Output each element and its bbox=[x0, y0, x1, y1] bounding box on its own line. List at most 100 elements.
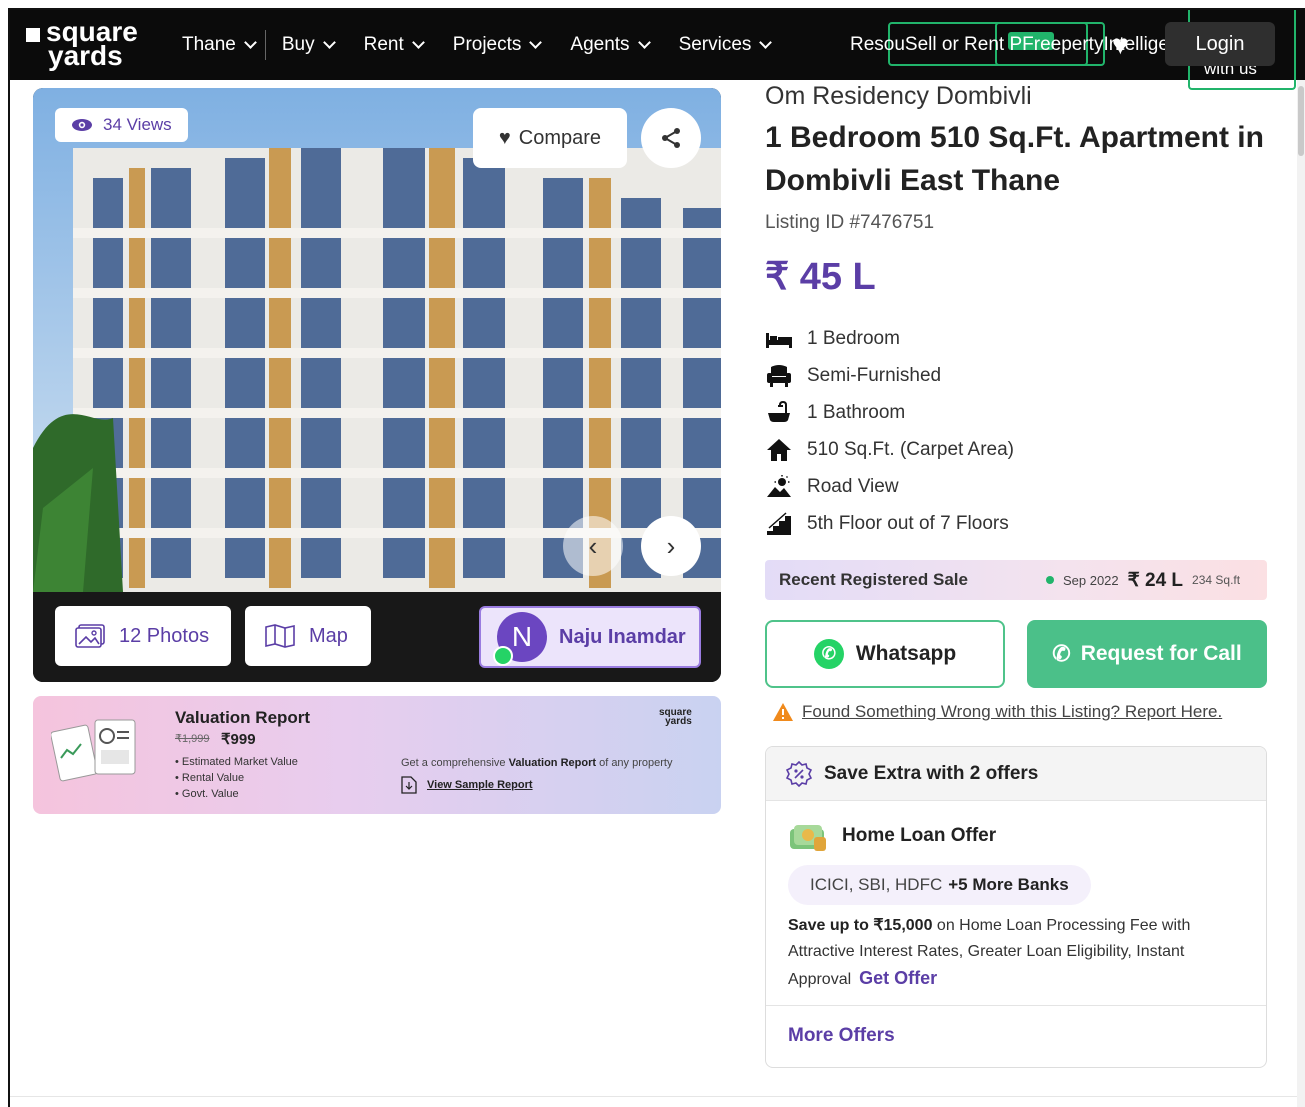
agent-avatar: N bbox=[493, 612, 547, 666]
bathtub-icon bbox=[765, 400, 793, 425]
nav-projects[interactable]: Projects bbox=[452, 30, 543, 60]
request-call-label: Request for Call bbox=[1080, 642, 1242, 665]
heart-icon: ♥ bbox=[498, 126, 511, 149]
valuation-description: Get a comprehensive Valuation Report of … bbox=[401, 757, 672, 769]
banks-chip[interactable]: ICICI, SBI, HDFC +5 More Banks bbox=[788, 865, 1091, 905]
map-icon bbox=[265, 624, 295, 648]
discount-badge-icon bbox=[786, 760, 812, 787]
share-button[interactable] bbox=[641, 108, 701, 168]
photos-icon bbox=[75, 624, 105, 648]
property-gallery[interactable]: 34 Views ♥ Compare ‹ › 12 Photos Map N N… bbox=[33, 88, 721, 682]
home-loan-label: Home Loan Offer bbox=[842, 825, 997, 846]
chevron-left-icon: ‹ bbox=[588, 530, 598, 561]
more-banks: +5 More Banks bbox=[948, 875, 1069, 894]
photos-label: 12 Photos bbox=[119, 624, 210, 647]
brand-line2: yards bbox=[665, 716, 692, 727]
home-loan-offer-title: Home Loan Offer bbox=[788, 819, 996, 853]
top-navigation-bar: square yards Thane Buy Rent Projects Age… bbox=[10, 10, 1305, 90]
project-name[interactable]: Om Residency Dombivli bbox=[765, 82, 1032, 111]
feature-label: 510 Sq.Ft. (Carpet Area) bbox=[807, 438, 1014, 460]
nav-label: Rent bbox=[363, 34, 404, 55]
nav-label: Agents bbox=[570, 34, 630, 55]
next-photo-button[interactable]: › bbox=[641, 516, 701, 576]
nav-label: Thane bbox=[182, 34, 236, 55]
map-button[interactable]: Map bbox=[245, 606, 371, 666]
feature-item: 510 Sq.Ft. (Carpet Area) bbox=[765, 431, 1014, 468]
report-listing-link[interactable]: Found Something Wrong with this Listing?… bbox=[772, 702, 1222, 722]
nav-services[interactable]: Services bbox=[678, 30, 773, 60]
nav-divider bbox=[264, 30, 266, 60]
feature-item: Semi-Furnished bbox=[765, 357, 1014, 394]
previous-photo-button[interactable]: ‹ bbox=[563, 516, 623, 576]
recent-sale-label: Recent Registered Sale bbox=[779, 570, 968, 589]
valuation-desc-suffix: of any property bbox=[596, 757, 673, 769]
offers-divider bbox=[766, 1005, 1266, 1006]
feature-item: 1 Bedroom bbox=[765, 320, 1014, 357]
nav-label: Projects bbox=[452, 34, 522, 55]
sunrise-icon bbox=[765, 474, 793, 499]
view-sample-report-label: View Sample Report bbox=[427, 779, 533, 791]
recent-registered-sale-bar[interactable]: Recent Registered Sale Sep 2022 ₹ 24 L 2… bbox=[765, 560, 1267, 600]
square-yards-logo[interactable]: square yards bbox=[26, 18, 146, 70]
valuation-report-banner[interactable]: Valuation Report ₹1,999 ₹999 Estimated M… bbox=[33, 696, 721, 814]
nav-label: Buy bbox=[281, 34, 315, 55]
home-icon bbox=[765, 438, 793, 462]
login-button[interactable]: Login bbox=[1165, 22, 1275, 66]
feature-label: Road View bbox=[807, 475, 899, 497]
whatsapp-label: Whatsapp bbox=[855, 642, 957, 665]
status-dot bbox=[1045, 576, 1054, 584]
eye-icon bbox=[72, 119, 92, 131]
chevron-down-icon bbox=[244, 35, 257, 49]
scrollbar[interactable] bbox=[1297, 80, 1305, 1107]
chevron-down-icon bbox=[529, 35, 543, 49]
nav-city-thane[interactable]: Thane bbox=[182, 30, 257, 60]
heart-icon[interactable]: ♥ bbox=[1112, 30, 1142, 60]
overlapping-nav-text: ResouSell or Rent PFreepertyIntelligence bbox=[850, 34, 1200, 55]
money-bag-icon bbox=[790, 825, 826, 851]
share-icon bbox=[662, 128, 680, 148]
view-sample-report-link[interactable]: View Sample Report bbox=[401, 776, 533, 794]
listing-price: ₹ 45 L bbox=[765, 256, 876, 298]
valuation-bullet: Rental Value bbox=[175, 770, 298, 786]
valuation-new-price: ₹999 bbox=[221, 731, 256, 748]
offers-header: Save Extra with 2 offers bbox=[766, 747, 1266, 801]
feature-label: Semi-Furnished bbox=[807, 364, 942, 386]
nav-buy[interactable]: Buy bbox=[281, 30, 336, 60]
report-documents-icon bbox=[51, 719, 136, 782]
whatsapp-button[interactable]: ✆ Whatsapp bbox=[765, 620, 1005, 688]
feature-label: 1 Bathroom bbox=[807, 401, 906, 423]
valuation-old-price: ₹1,999 bbox=[175, 733, 210, 745]
phone-icon: ✆ bbox=[1052, 641, 1071, 666]
feature-item: 5th Floor out of 7 Floors bbox=[765, 505, 1014, 542]
photos-button[interactable]: 12 Photos bbox=[55, 606, 231, 666]
square-yards-small-logo: square yards bbox=[659, 708, 692, 727]
nav-label: Services bbox=[678, 34, 752, 55]
request-call-button[interactable]: ✆ Request for Call bbox=[1027, 620, 1267, 688]
agent-contact-card[interactable]: N Naju Inamdar bbox=[479, 606, 701, 668]
views-count: 34 Views bbox=[103, 115, 172, 134]
agent-name: Naju Inamdar bbox=[559, 625, 686, 648]
valuation-desc-prefix: Get a comprehensive bbox=[401, 757, 509, 769]
chevron-down-icon bbox=[759, 35, 773, 49]
banks-list: ICICI, SBI, HDFC bbox=[810, 875, 943, 894]
nav-agents[interactable]: Agents bbox=[570, 30, 651, 60]
compare-button[interactable]: ♥ Compare bbox=[473, 108, 627, 168]
agent-initial: N bbox=[511, 621, 533, 652]
valuation-bullet: Estimated Market Value bbox=[175, 754, 298, 770]
valuation-bullet: Govt. Value bbox=[175, 786, 298, 802]
chevron-down-icon bbox=[411, 35, 425, 49]
feature-item: Road View bbox=[765, 468, 1014, 505]
nav-rent[interactable]: Rent bbox=[363, 30, 425, 60]
whatsapp-icon: ✆ bbox=[813, 639, 844, 669]
offers-card: Save Extra with 2 offers Home Loan Offer… bbox=[765, 746, 1267, 1068]
feature-label: 5th Floor out of 7 Floors bbox=[807, 512, 1009, 534]
more-offers-link[interactable]: More Offers bbox=[788, 1025, 895, 1047]
recent-sale-date: Sep 2022 bbox=[1062, 572, 1119, 588]
armchair-icon bbox=[765, 364, 793, 388]
chevron-down-icon bbox=[637, 35, 651, 49]
map-label: Map bbox=[309, 624, 348, 647]
report-listing-label: Found Something Wrong with this Listing?… bbox=[802, 702, 1223, 721]
scrollbar-thumb[interactable] bbox=[1298, 86, 1304, 156]
savings-highlight: Save up to ₹15,000 bbox=[788, 917, 933, 934]
get-offer-link[interactable]: Get Offer bbox=[859, 968, 937, 988]
